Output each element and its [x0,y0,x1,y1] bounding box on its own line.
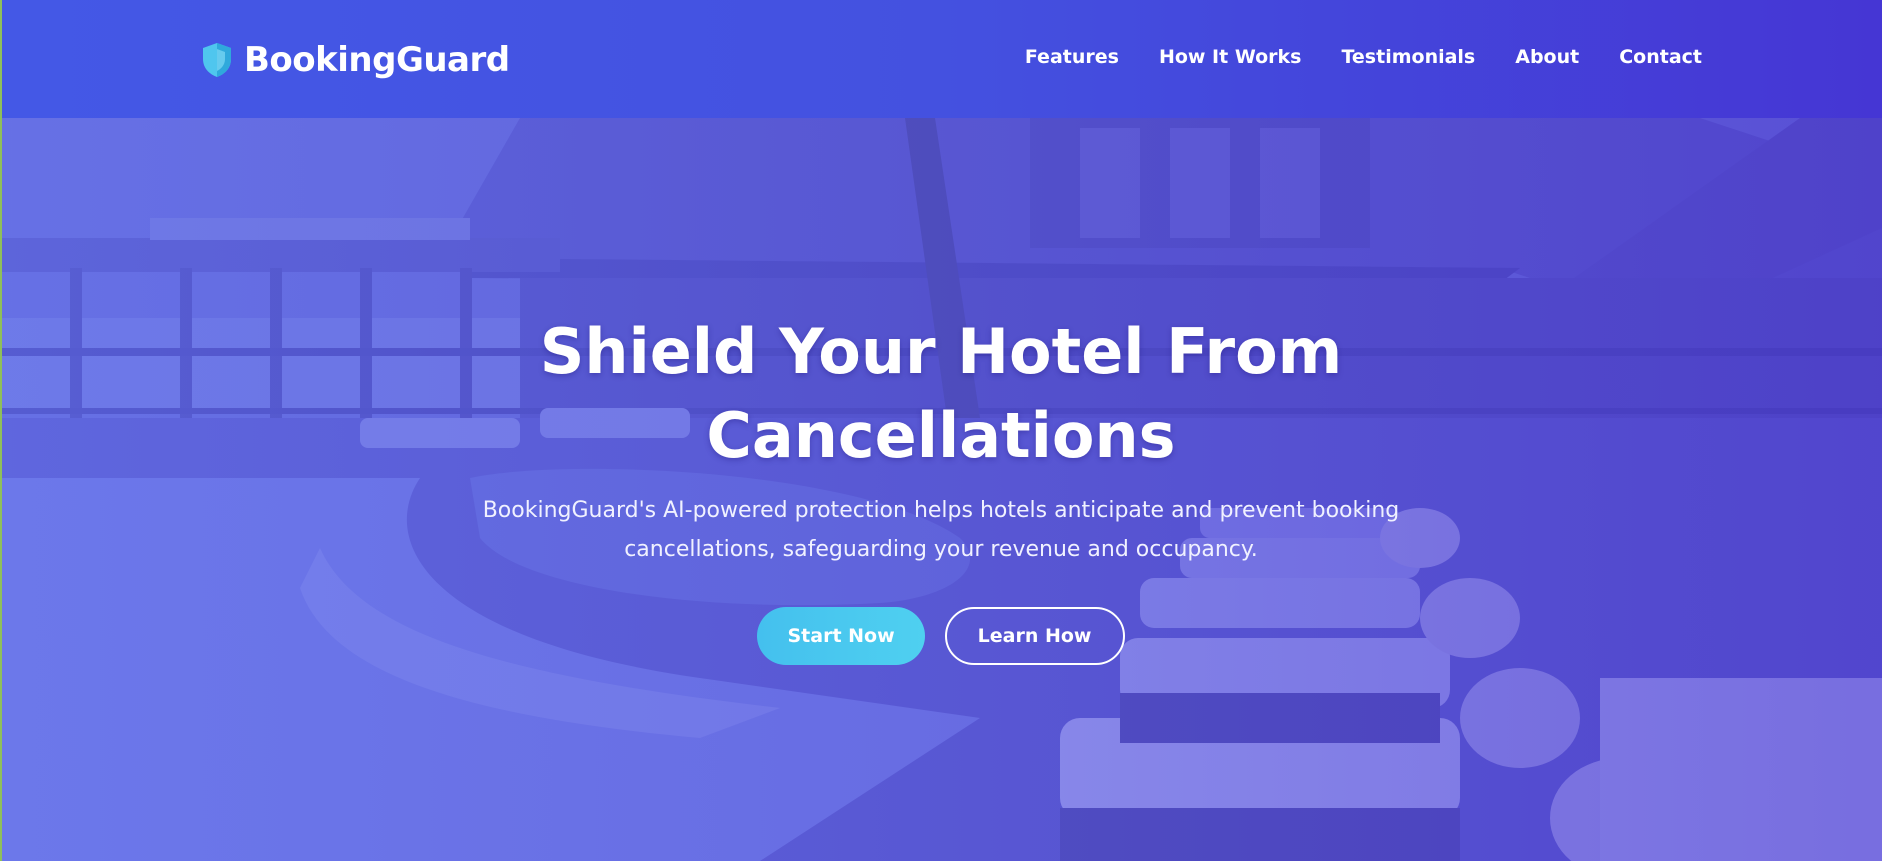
learn-how-button[interactable]: Learn How [944,607,1125,665]
start-now-button[interactable]: Start Now [757,607,925,665]
nav-contact[interactable]: Contact [1619,46,1702,68]
site-header: BookingGuard Features How It Works Testi… [0,0,1882,118]
brand-name: BookingGuard [244,40,510,80]
nav-features[interactable]: Features [1025,46,1119,68]
landing-page: BookingGuard Features How It Works Testi… [0,0,1882,861]
hero-cta-group: Start Now Learn How [0,607,1882,665]
nav-how-it-works[interactable]: How It Works [1159,46,1302,68]
main-nav: Features How It Works Testimonials About… [1025,46,1702,68]
nav-testimonials[interactable]: Testimonials [1341,46,1475,68]
nav-about[interactable]: About [1515,46,1579,68]
shield-icon [200,41,234,79]
hero-subtitle: BookingGuard's AI-powered protection hel… [482,498,1400,562]
brand-logo[interactable]: BookingGuard [200,38,510,82]
hero-section: Shield Your Hotel From Cancellations Boo… [0,118,1882,861]
edge-strip [0,0,2,861]
hero-title: Shield Your Hotel From Cancellations [539,315,1343,472]
